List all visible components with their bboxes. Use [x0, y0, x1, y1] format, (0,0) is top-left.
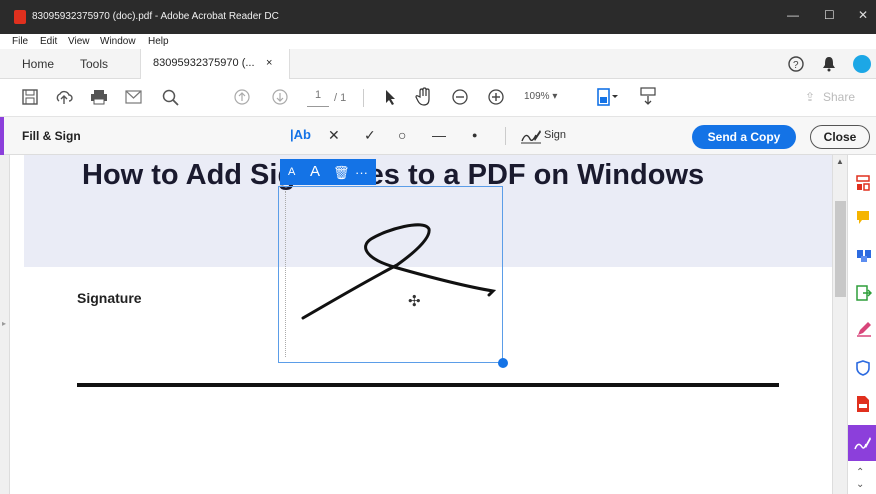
page-number-input[interactable]: 1 — [307, 89, 329, 107]
title-bar: 83095932375970 (doc).pdf - Adobe Acrobat… — [0, 0, 876, 34]
minimize-button[interactable]: — — [787, 8, 799, 22]
next-page-icon[interactable] — [272, 89, 288, 105]
expand-left-panel-icon: ▸ — [2, 319, 7, 328]
fill-sign-accent — [0, 117, 4, 155]
close-tab-button[interactable]: × — [266, 57, 272, 69]
dot-tool[interactable]: ● — [472, 130, 477, 140]
select-cursor-icon[interactable] — [385, 89, 397, 106]
combine-files-icon[interactable] — [856, 247, 872, 263]
zoom-select[interactable]: 109% ▾ — [524, 91, 580, 102]
main-toolbar: 1 / 1 109% ▾ ⇪ Share — [0, 79, 876, 117]
scrollbar-thumb[interactable] — [835, 201, 846, 297]
help-icon[interactable]: ? — [788, 56, 804, 72]
menu-view[interactable]: View — [68, 36, 90, 47]
keyboard-scroll-icon[interactable] — [640, 87, 656, 107]
fill-sign-pen-icon — [854, 437, 871, 450]
signature-selection-box[interactable] — [278, 186, 503, 363]
fill-sign-tool-active[interactable] — [848, 425, 876, 461]
close-fill-sign-button[interactable]: Close — [810, 125, 870, 149]
bell-icon[interactable] — [822, 56, 836, 72]
line-tool[interactable]: — — [432, 127, 446, 143]
email-icon[interactable] — [125, 90, 142, 104]
more-options-icon[interactable]: ··· — [355, 165, 368, 180]
page-total: / 1 — [334, 92, 347, 104]
zoom-out-icon[interactable] — [452, 89, 468, 105]
profile-icon[interactable] — [853, 55, 871, 73]
decrease-size-button[interactable]: A — [288, 166, 295, 178]
tab-document[interactable]: 83095932375970 (... × — [140, 49, 290, 79]
send-a-copy-button[interactable]: Send a Copy — [692, 125, 796, 149]
sign-pen-icon[interactable] — [520, 127, 542, 145]
menu-edit[interactable]: Edit — [40, 36, 57, 47]
document-tab-label: 83095932375970 (... — [153, 57, 255, 69]
page-fit-icon[interactable] — [596, 87, 618, 107]
resize-handle[interactable] — [498, 358, 508, 368]
increase-size-button[interactable]: A — [310, 163, 320, 180]
signature-label: Signature — [77, 290, 142, 306]
menu-window[interactable]: Window — [100, 36, 136, 47]
close-window-button[interactable]: ✕ — [858, 8, 868, 22]
tab-bar: Home Tools 83095932375970 (... × ? — [0, 49, 876, 79]
signature-line — [77, 383, 779, 387]
fill-sign-divider — [505, 127, 506, 145]
signature-drawing[interactable] — [279, 187, 504, 364]
right-tools-pane: ⌃ ⌄ — [847, 155, 876, 494]
protect-shield-icon[interactable] — [856, 360, 870, 376]
left-panel-toggle[interactable]: ▸ — [0, 155, 10, 494]
search-icon[interactable] — [162, 89, 179, 106]
share-icon: ⇪ — [805, 90, 816, 104]
hand-tool-icon[interactable] — [415, 87, 433, 107]
export-pdf-icon[interactable] — [856, 285, 872, 301]
fill-sign-title: Fill & Sign — [22, 129, 81, 143]
toolbar-divider — [363, 89, 364, 107]
circle-tool[interactable]: ○ — [398, 127, 406, 143]
sign-button[interactable]: Sign — [544, 129, 566, 141]
window-title: 83095932375970 (doc).pdf - Adobe Acrobat… — [32, 11, 279, 22]
rail-scroll-down-icon[interactable]: ⌄ — [856, 479, 864, 490]
fill-sign-toolbar: Fill & Sign |Ab ✕ ✓ ○ — ● Sign Send a Co… — [0, 117, 876, 155]
menu-help[interactable]: Help — [148, 36, 169, 47]
edit-pdf-icon[interactable] — [856, 321, 872, 337]
comment-icon[interactable] — [856, 210, 870, 226]
svg-text:?: ? — [793, 60, 799, 71]
move-cursor-icon: ✣ — [408, 293, 421, 310]
previous-page-icon[interactable] — [234, 89, 250, 105]
rail-scroll-up-icon[interactable]: ⌃ — [856, 467, 864, 478]
signature-mini-toolbar: A A 🗑 ··· — [280, 159, 376, 185]
checkmark-tool[interactable]: ✓ — [364, 127, 376, 144]
create-pdf-icon[interactable] — [856, 395, 870, 413]
menu-file[interactable]: File — [12, 36, 28, 47]
tab-home[interactable]: Home — [22, 57, 54, 71]
organize-pages-icon[interactable] — [856, 175, 870, 191]
menu-bar: File Edit View Window Help — [0, 34, 876, 49]
share-button[interactable]: Share — [823, 90, 855, 104]
scroll-up-icon[interactable]: ▲ — [836, 157, 844, 166]
save-icon[interactable] — [22, 89, 38, 105]
add-text-tool[interactable]: |Ab — [290, 127, 311, 142]
delete-icon[interactable]: 🗑 — [333, 165, 350, 181]
acrobat-icon — [14, 10, 26, 24]
maximize-button[interactable]: ☐ — [824, 8, 835, 22]
vertical-scrollbar[interactable]: ▲ — [832, 155, 847, 494]
zoom-in-icon[interactable] — [488, 89, 504, 105]
print-icon[interactable] — [90, 89, 108, 105]
tab-tools[interactable]: Tools — [80, 57, 108, 71]
upload-icon[interactable] — [55, 89, 73, 105]
cross-mark-tool[interactable]: ✕ — [328, 127, 340, 144]
